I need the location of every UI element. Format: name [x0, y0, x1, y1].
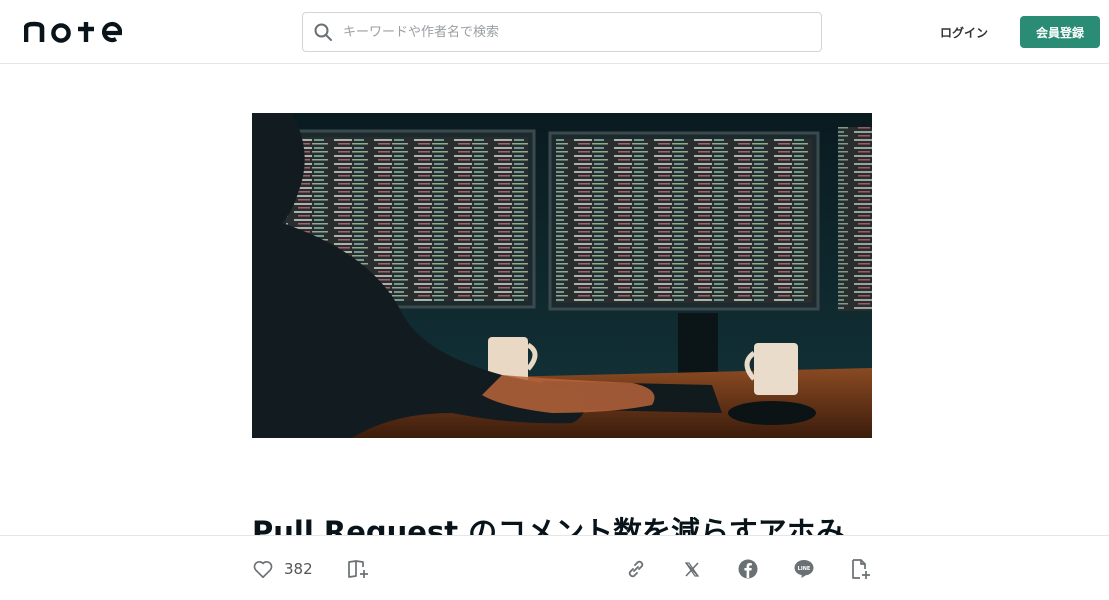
like-button[interactable]: 382	[252, 556, 313, 582]
share-facebook-button[interactable]	[736, 556, 760, 582]
facebook-icon	[736, 557, 760, 581]
embed-button[interactable]	[848, 556, 872, 582]
search-box[interactable]	[302, 12, 822, 52]
search-icon	[313, 22, 333, 42]
svg-text:LINE: LINE	[798, 566, 811, 572]
article-action-bar: 382 LINE	[0, 535, 1109, 600]
copy-link-button[interactable]	[624, 556, 648, 582]
x-icon	[680, 557, 704, 581]
line-icon: LINE	[792, 557, 816, 581]
signup-button[interactable]: 会員登録	[1020, 16, 1100, 48]
article-hero-image	[252, 113, 872, 438]
share-x-button[interactable]	[680, 556, 704, 582]
search-input[interactable]	[343, 13, 821, 51]
like-count: 382	[284, 560, 313, 578]
link-icon	[624, 557, 648, 581]
site-header: ログイン 会員登録	[0, 0, 1109, 64]
login-button[interactable]: ログイン	[929, 18, 999, 46]
embed-add-icon	[848, 557, 872, 581]
note-logo[interactable]	[23, 18, 123, 46]
share-line-button[interactable]: LINE	[792, 556, 816, 582]
magazine-add-icon	[346, 557, 370, 581]
add-to-magazine-button[interactable]	[346, 556, 370, 582]
heart-icon	[252, 558, 274, 580]
